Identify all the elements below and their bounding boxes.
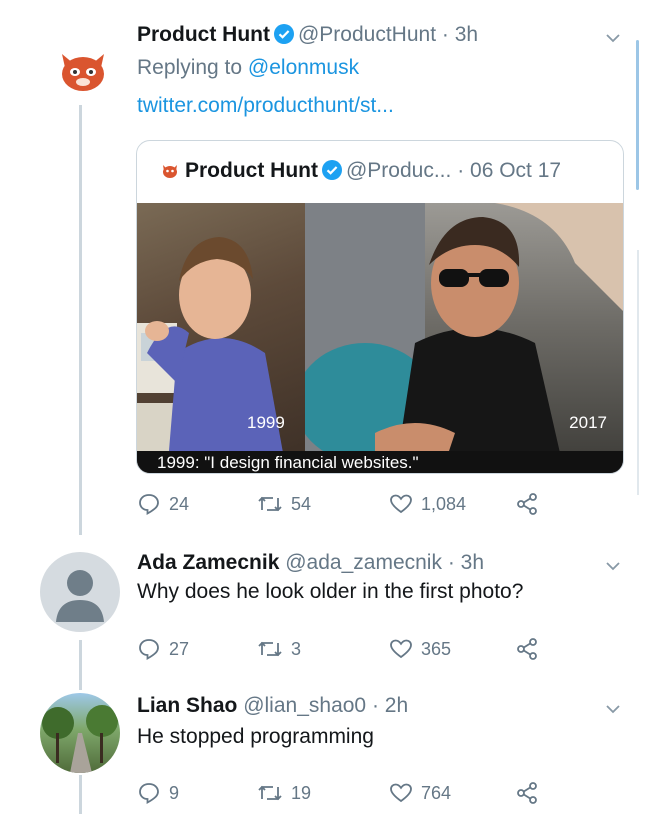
reply-button[interactable]: 9 <box>137 781 179 805</box>
reply-context: Replying to @elonmusk <box>137 54 359 82</box>
tweet-actions: 24 54 1,084 <box>137 492 557 516</box>
tweet-text: Why does he look older in the first phot… <box>137 580 524 603</box>
chevron-down-icon[interactable] <box>605 558 621 574</box>
tweet-link[interactable]: twitter.com/producthunt/st... <box>137 92 394 120</box>
reply-prefix: Replying to <box>137 56 243 79</box>
like-count: 764 <box>421 782 452 803</box>
chevron-down-icon[interactable] <box>605 701 621 717</box>
quoted-username: @Produc... <box>345 159 452 182</box>
heart-icon <box>390 494 412 514</box>
quoted-tweet-header: Product Hunt @Produc... · 06 Oct 17 <box>161 158 561 184</box>
year-label-right: 2017 <box>569 413 607 432</box>
person-photo <box>137 237 287 473</box>
photo-1999: 1999 <box>137 203 305 473</box>
cat-mascot-icon <box>62 54 104 91</box>
avatar[interactable] <box>54 40 112 98</box>
avatar[interactable] <box>40 552 120 632</box>
default-avatar-icon <box>56 570 104 622</box>
reply-count: 27 <box>169 638 190 659</box>
retweet-icon <box>258 785 282 801</box>
retweet-button[interactable]: 19 <box>257 781 311 805</box>
display-name[interactable]: Product Hunt <box>137 23 270 46</box>
tweet-actions: 27 3 365 <box>137 637 557 661</box>
image-caption: 1999: "I design financial websites." <box>157 453 419 472</box>
tweet[interactable]: Ada Zamecnik @ada_zamecnik · 3h Why does… <box>0 540 669 675</box>
display-name[interactable]: Lian Shao <box>137 694 237 717</box>
share-icon <box>517 782 537 804</box>
display-name[interactable]: Ada Zamecnik <box>137 551 279 574</box>
reply-icon <box>139 639 159 661</box>
retweet-button[interactable]: 3 <box>257 637 301 661</box>
chevron-down-icon[interactable] <box>605 30 621 46</box>
share-icon <box>517 638 537 660</box>
quoted-media-image[interactable]: 1999 2017 1999: "I design financial webs… <box>137 203 623 473</box>
share-button[interactable] <box>515 781 539 805</box>
street-photo <box>42 705 118 773</box>
verified-icon <box>321 160 342 180</box>
cat-mascot-icon <box>163 165 177 178</box>
tweet-header: Product Hunt @ProductHunt · 3h <box>137 22 478 48</box>
photo-2017: 2017 <box>305 203 623 473</box>
share-icon <box>517 493 537 515</box>
tweet[interactable]: Product Hunt @ProductHunt · 3h Replying t… <box>0 0 669 540</box>
tweet[interactable]: Lian Shao @lian_shao0 · 2h He stopped pr… <box>0 675 669 814</box>
tweet-text: He stopped programming <box>137 725 374 748</box>
tweet-actions: 9 19 764 <box>137 781 557 805</box>
like-count: 365 <box>421 638 452 659</box>
timestamp[interactable]: · 2h <box>372 694 408 717</box>
verified-icon <box>273 24 294 44</box>
heart-icon <box>390 639 412 659</box>
username[interactable]: @lian_shao0 <box>243 694 366 717</box>
quoted-tweet[interactable]: Product Hunt @Produc... · 06 Oct 17 1999 <box>136 140 624 474</box>
like-button[interactable]: 764 <box>389 781 451 805</box>
reply-button[interactable]: 27 <box>137 637 189 661</box>
retweet-button[interactable]: 54 <box>257 492 311 516</box>
reply-icon <box>139 783 159 805</box>
mention-link[interactable]: @elonmusk <box>248 56 359 79</box>
like-button[interactable]: 365 <box>389 637 451 661</box>
person-photo <box>305 203 623 473</box>
reply-count: 9 <box>169 782 180 803</box>
avatar[interactable] <box>40 693 120 773</box>
share-button[interactable] <box>515 492 539 516</box>
retweet-icon <box>258 496 282 512</box>
retweet-count: 54 <box>291 493 312 514</box>
like-count: 1,084 <box>421 493 467 514</box>
retweet-icon <box>258 641 282 657</box>
timestamp[interactable]: · 3h <box>442 23 478 46</box>
tweet-header: Lian Shao @lian_shao0 · 2h <box>137 693 408 719</box>
retweet-count: 3 <box>291 638 302 659</box>
reply-icon <box>139 494 159 516</box>
username[interactable]: @ada_zamecnik <box>285 551 442 574</box>
quoted-display-name: Product Hunt <box>185 159 318 182</box>
tweet-header: Ada Zamecnik @ada_zamecnik · 3h <box>137 550 484 576</box>
quoted-timestamp: · 06 Oct 17 <box>457 159 562 182</box>
year-label-left: 1999 <box>247 413 285 432</box>
reply-button[interactable]: 24 <box>137 492 189 516</box>
username[interactable]: @ProductHunt <box>298 23 436 46</box>
timestamp[interactable]: · 3h <box>448 551 484 574</box>
like-button[interactable]: 1,084 <box>389 492 466 516</box>
heart-icon <box>390 783 412 803</box>
share-button[interactable] <box>515 637 539 661</box>
retweet-count: 19 <box>291 782 312 803</box>
reply-count: 24 <box>169 493 190 514</box>
